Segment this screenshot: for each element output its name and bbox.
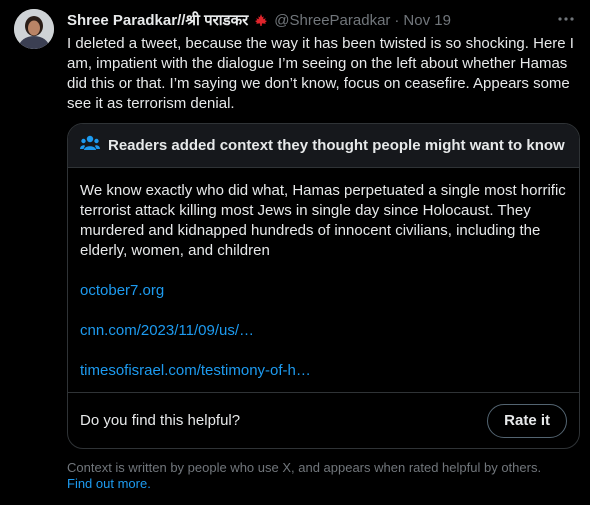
community-note-text: We know exactly who did what, Hamas perp…: [80, 182, 566, 259]
tweet-timestamp[interactable]: Nov 19: [403, 12, 451, 29]
avatar[interactable]: [14, 9, 54, 49]
community-note-header: Readers added context they thought peopl…: [68, 124, 579, 168]
note-link-timesofisrael[interactable]: timesofisrael.com/testimony-of-h…: [80, 361, 567, 381]
disclaimer-text: Context is written by people who use X, …: [67, 460, 542, 475]
avatar-image: [14, 9, 54, 49]
community-note-title: Readers added context they thought peopl…: [108, 137, 565, 154]
separator-dot: ·: [394, 11, 400, 29]
author-handle[interactable]: @ShreeParadkar: [274, 12, 390, 29]
people-icon: [80, 134, 100, 157]
more-options-icon[interactable]: [556, 9, 576, 29]
note-link-october7[interactable]: october7.org: [80, 281, 567, 301]
community-note-body: We know exactly who did what, Hamas perp…: [68, 168, 579, 381]
community-note: Readers added context they thought peopl…: [67, 123, 580, 449]
canada-flag-icon: [253, 13, 269, 27]
find-out-more-link[interactable]: Find out more.: [67, 476, 151, 491]
tweet-header: Shree Paradkar//श्री पराडकर @ShreeParadk…: [67, 10, 451, 30]
helpful-question: Do you find this helpful?: [80, 412, 241, 429]
rate-it-button[interactable]: Rate it: [487, 403, 567, 438]
tweet-text: I deleted a tweet, because the way it ha…: [67, 35, 574, 112]
note-link-cnn[interactable]: cnn.com/2023/11/09/us/…: [80, 321, 567, 341]
community-note-footer: Do you find this helpful? Rate it: [68, 392, 579, 448]
author-name[interactable]: Shree Paradkar//श्री पराडकर: [67, 10, 248, 30]
community-note-disclaimer: Context is written by people who use X, …: [67, 460, 582, 492]
